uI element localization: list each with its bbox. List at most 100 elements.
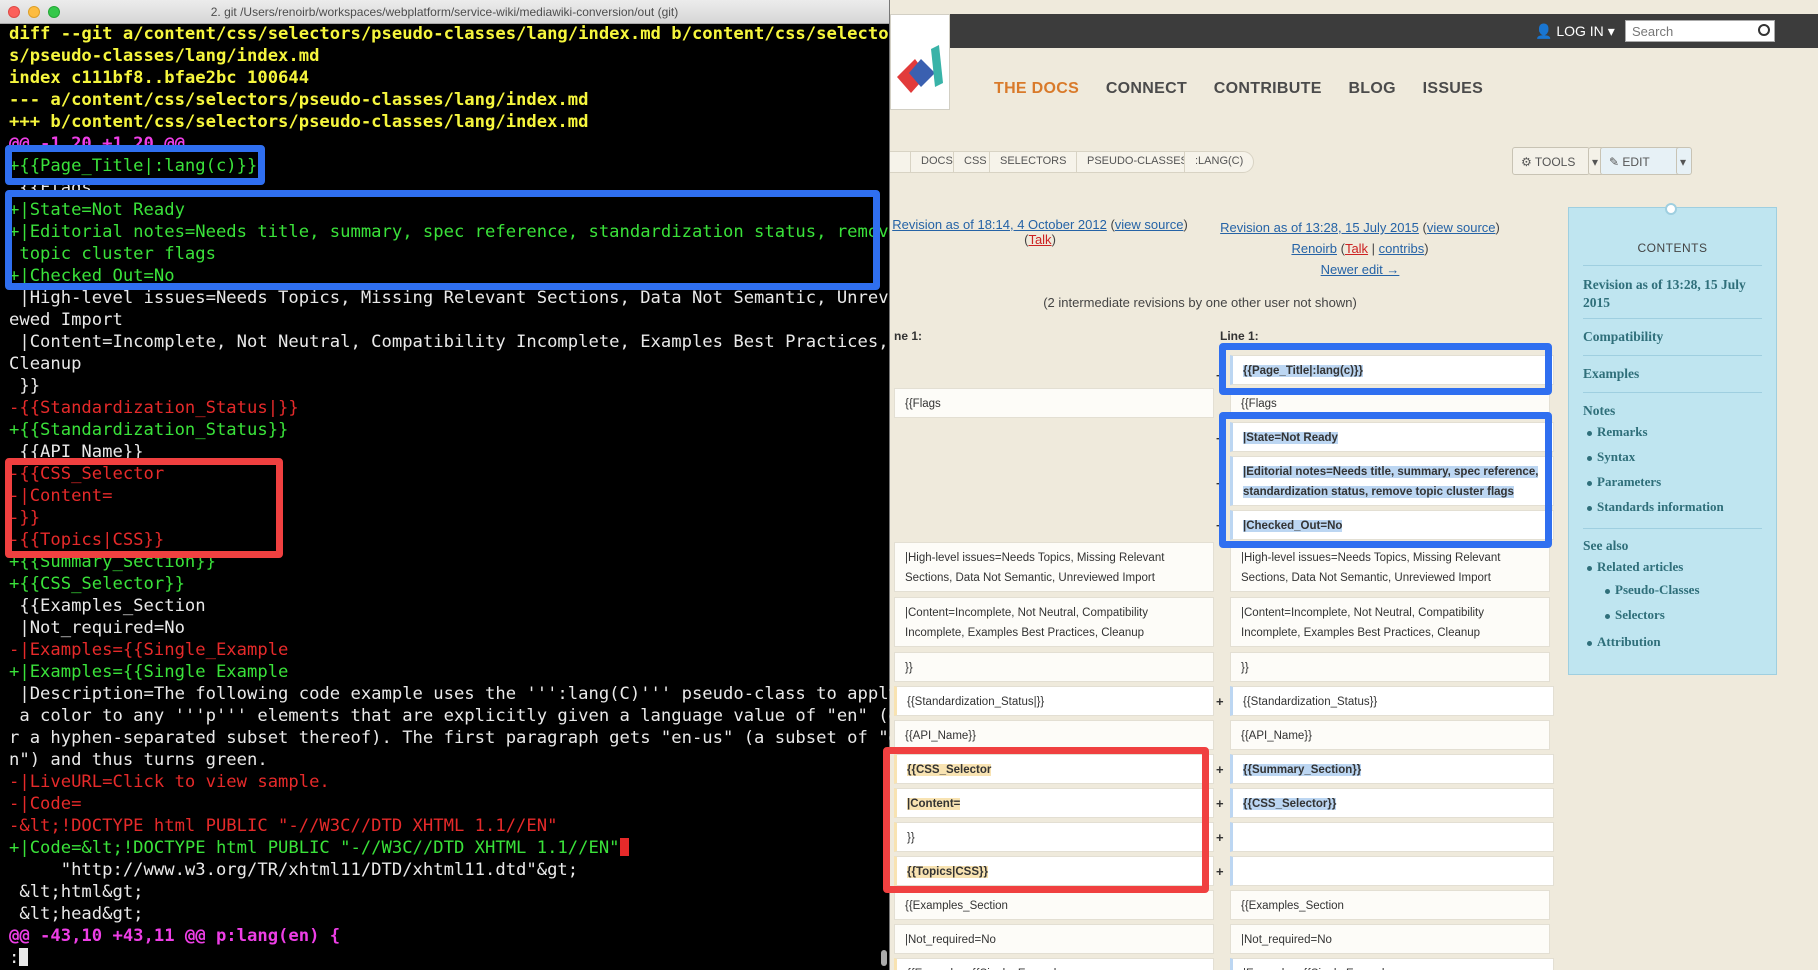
left-line-number: ne 1: — [894, 329, 923, 343]
terminal-line: : — [9, 947, 883, 969]
chevron-down-icon: ▾ — [1607, 23, 1615, 39]
toc-item[interactable]: Pseudo-Classes — [1615, 582, 1700, 598]
terminal-line: -|Code= — [9, 794, 82, 814]
terminal-title: 2. git /Users/renoirb/workspaces/webplat… — [210, 5, 679, 19]
nav-connect[interactable]: CONNECT — [1106, 80, 1187, 97]
diff-empty-line — [1230, 822, 1554, 852]
intermediate-note: (2 intermediate revisions by one other u… — [1043, 295, 1357, 310]
gear-icon: ⚙ — [1521, 155, 1532, 169]
nav-contribute[interactable]: CONTRIBUTE — [1214, 80, 1322, 97]
terminal-line: +{{Standardization_Status}} — [9, 420, 289, 440]
diff-added-line: {{CSS_Selector}} — [1230, 788, 1554, 818]
annotation-box-red — [5, 458, 283, 558]
terminal-line: r a hyphen-separated subset thereof). Th… — [9, 728, 899, 748]
diff-context-line: |High-level issues=Needs Topics, Missing… — [894, 542, 1214, 592]
diff-context-line: {{API_Name}} — [894, 720, 1214, 750]
diff-context-line: |Content=Incomplete, Not Neutral, Compat… — [894, 597, 1214, 647]
table-of-contents: CONTENTS Revision as of 13:28, 15 July 2… — [1568, 203, 1777, 675]
login-button[interactable]: 👤 LOG IN ▾ — [1535, 23, 1615, 40]
annotation-box-red — [883, 747, 1209, 893]
terminal-line: ewed Import — [9, 310, 123, 330]
toc-pin-icon — [1665, 203, 1677, 215]
right-talk-link[interactable]: Talk — [1345, 241, 1368, 256]
diff-added-line: {{Summary_Section}} — [1230, 754, 1554, 784]
toc-item[interactable]: Selectors — [1615, 607, 1665, 623]
terminal-titlebar: 2. git /Users/renoirb/workspaces/webplat… — [0, 0, 889, 24]
diff-context-line: |High-level issues=Needs Topics, Missing… — [1230, 542, 1550, 592]
right-revision-link[interactable]: Revision as of 13:28, 15 July 2015 — [1220, 220, 1419, 235]
terminal-scrollbar[interactable] — [881, 950, 887, 966]
search-icon[interactable] — [1758, 24, 1770, 36]
nav-issues[interactable]: ISSUES — [1423, 80, 1484, 97]
breadcrumb-pseudo-classes[interactable]: PSEUDO-CLASSES — [1076, 151, 1199, 173]
terminal-line: diff --git a/content/css/selectors/pseud… — [9, 24, 899, 44]
toc-item[interactable]: Attribution — [1597, 634, 1661, 650]
top-bar: 👤 LOG IN ▾ Search — [890, 14, 1818, 48]
diff-deleted-line: {{Examples={{Single_Example — [894, 958, 1214, 970]
edit-label: EDIT — [1622, 155, 1650, 169]
nav-the-docs[interactable]: THE DOCS — [994, 80, 1079, 97]
terminal-cursor — [619, 838, 629, 856]
left-talk-link[interactable]: Talk — [1028, 232, 1051, 247]
diff-context-line: }} — [894, 652, 1214, 682]
toc-item[interactable]: Compatibility — [1583, 329, 1663, 345]
toc-item[interactable]: Syntax — [1597, 449, 1635, 465]
annotation-box-blue — [1219, 412, 1552, 548]
diff-context-line: |Content=Incomplete, Not Neutral, Compat… — [1230, 597, 1550, 647]
logo-icon — [897, 45, 943, 93]
diff-added-line: |Examples={{Single Example — [1230, 958, 1554, 970]
right-view-source-link[interactable]: view source — [1427, 220, 1496, 235]
terminal-line: -&lt;!DOCTYPE html PUBLIC "-//W3C//DTD X… — [9, 816, 558, 836]
terminal-line: +{{CSS_Selector}} — [9, 574, 185, 594]
tools-label: TOOLS — [1534, 155, 1576, 169]
terminal-line: Cleanup — [9, 354, 82, 374]
terminal-line: &lt;head&gt; — [9, 904, 144, 924]
annotation-box-blue — [1219, 343, 1552, 395]
toc-item[interactable]: Examples — [1583, 366, 1639, 382]
left-revision-link[interactable]: Revision as of 18:14, 4 October 2012 — [892, 217, 1107, 232]
terminal-line: }} — [9, 376, 41, 396]
diff-context-line: {{Examples_Section — [894, 890, 1214, 920]
diff-empty-line — [1230, 856, 1554, 886]
terminal-line: +|Examples={{Single Example — [9, 662, 289, 682]
toc-item[interactable]: Related articles — [1597, 559, 1683, 575]
terminal-line: n") and thus turns green. — [9, 750, 268, 770]
breadcrumb: DOCS CSS SELECTORS PSEUDO-CLASSES :LANG(… — [890, 147, 1818, 176]
annotation-box-blue — [5, 190, 880, 290]
user-link[interactable]: Renoirb — [1291, 241, 1337, 256]
toc-item[interactable]: Notes — [1583, 403, 1615, 419]
edit-menu-button[interactable]: ▾ — [1676, 147, 1692, 175]
search-placeholder: Search — [1632, 24, 1674, 39]
chevron-down-icon: ▾ — [1680, 155, 1687, 169]
terminal-line: a color to any '''p''' elements that are… — [9, 706, 899, 726]
chevron-down-icon: ▾ — [1592, 155, 1599, 169]
site-logo[interactable] — [890, 14, 950, 110]
toc-item[interactable]: Revision as of 13:28, 15 July 2015 — [1583, 276, 1763, 312]
main-nav: THE DOCS CONNECT CONTRIBUTE BLOG ISSUES — [994, 80, 1505, 98]
toc-item[interactable]: Parameters — [1597, 474, 1661, 490]
toc-item[interactable]: Remarks — [1597, 424, 1648, 440]
edit-button[interactable]: ✎ EDIT — [1600, 147, 1682, 175]
breadcrumb-selectors[interactable]: SELECTORS — [989, 151, 1078, 173]
terminal-line: |High-level issues=Needs Topics, Missing… — [9, 288, 899, 308]
nav-blog[interactable]: BLOG — [1348, 80, 1395, 97]
newer-edit-link[interactable]: Newer edit → — [1321, 262, 1400, 277]
terminal-line: "http://www.w3.org/TR/xhtml11/DTD/xhtml1… — [9, 860, 579, 880]
search-input[interactable]: Search — [1625, 20, 1775, 42]
pencil-icon: ✎ — [1609, 155, 1620, 169]
toc-item[interactable]: Standards information — [1597, 499, 1724, 515]
contribs-link[interactable]: contribs — [1379, 241, 1425, 256]
left-view-source-link[interactable]: view source — [1115, 217, 1184, 232]
toc-title: CONTENTS — [1637, 241, 1708, 255]
breadcrumb-lang: :LANG(C) — [1184, 151, 1255, 173]
diff-context-line: {{Flags — [894, 388, 1214, 418]
tools-button[interactable]: ⚙ TOOLS — [1512, 147, 1590, 175]
terminal-line: s/pseudo-classes/lang/index.md — [9, 46, 320, 66]
terminal-line: |Not_required=No — [9, 618, 185, 638]
terminal-line: {{Examples_Section — [9, 596, 206, 616]
pager-cursor — [19, 948, 29, 966]
terminal-line: --- a/content/css/selectors/pseudo-class… — [9, 90, 589, 110]
toc-item[interactable]: See also — [1583, 538, 1628, 554]
diff-context-line: }} — [1230, 652, 1550, 682]
terminal-line: @@ -43,10 +43,11 @@ p:lang(en) { — [9, 926, 341, 946]
